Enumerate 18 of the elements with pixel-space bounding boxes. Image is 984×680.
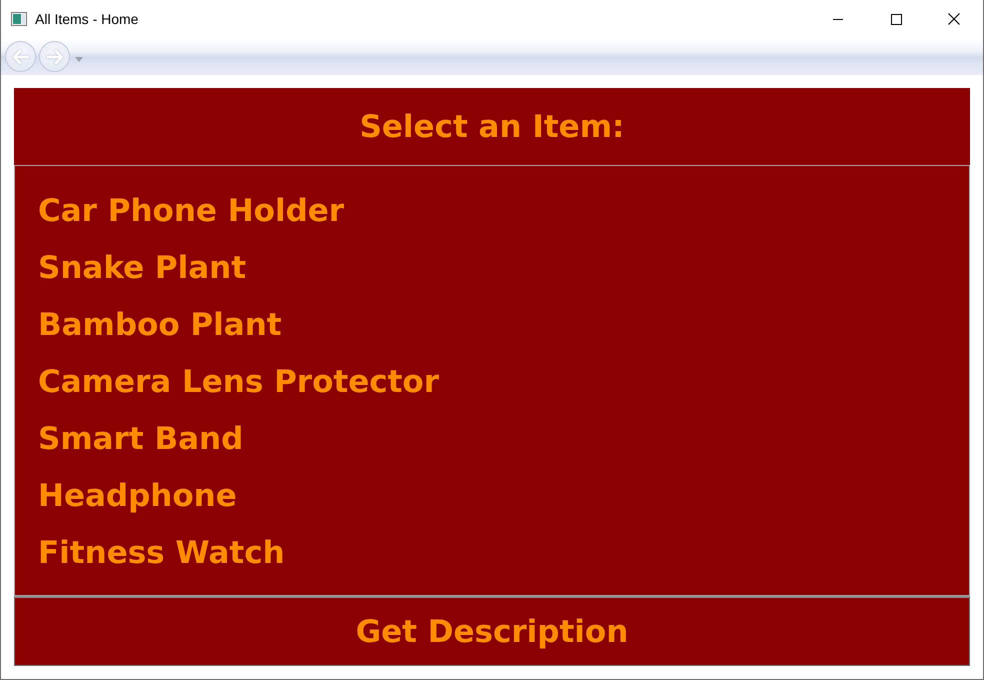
right-arrow-icon <box>46 50 62 64</box>
list-item[interactable]: Car Phone Holder <box>34 183 348 240</box>
left-arrow-icon <box>12 50 28 64</box>
close-icon <box>948 13 960 25</box>
minimize-icon <box>833 18 843 20</box>
item-list[interactable]: Car Phone Holder Snake Plant Bamboo Plant Camera Lens Protector Smart Band Headphone Fitness Watch <box>14 165 970 596</box>
app-icon <box>11 12 27 26</box>
list-item[interactable]: Snake Plant <box>34 240 250 297</box>
window-title: All Items - Home <box>35 11 138 27</box>
caret-icon[interactable] <box>75 56 83 62</box>
list-item[interactable]: Fitness Watch <box>34 525 289 582</box>
maximize-icon <box>890 14 902 24</box>
get-description-button[interactable]: Get Description <box>14 596 970 666</box>
list-item[interactable]: Bamboo Plant <box>34 297 286 354</box>
list-item[interactable]: Smart Band <box>34 411 248 468</box>
list-heading: Select an Item: <box>14 88 970 165</box>
list-item[interactable]: Headphone <box>34 468 241 525</box>
list-item[interactable]: Camera Lens Protector <box>34 354 444 411</box>
